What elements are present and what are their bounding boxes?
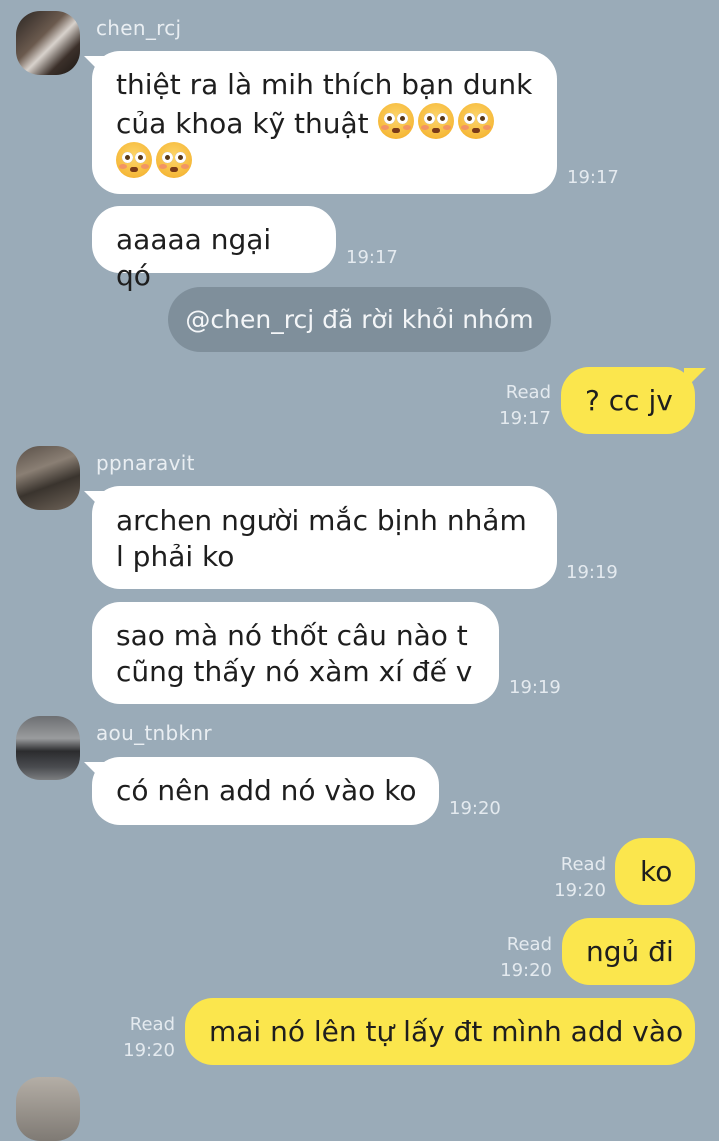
bubble-tail [684,368,706,390]
message-bubble[interactable]: aaaaa ngại qó [92,206,336,292]
message-bubble[interactable]: ngủ đi [562,918,695,985]
flushed-face-icon [417,103,454,139]
flushed-face-icon [156,142,192,178]
sender-name: ppnaravit [96,451,195,475]
read-status: Read [560,854,606,875]
message-bubble[interactable]: có nên add nó vào ko [92,757,439,825]
message-bubble[interactable]: sao mà nó thốt câu nào t cũng thấy nó xà… [92,602,499,704]
message-time: 19:17 [346,247,398,268]
message-time: 19:20 [500,960,552,981]
message-bubble[interactable]: ko [615,838,695,905]
read-receipt: Read 19:20 [123,1012,175,1064]
sender-name: chen_rcj [96,16,182,40]
message-text: ? cc jv [585,384,673,417]
message-time: 19:17 [567,167,619,188]
avatar[interactable] [16,716,80,780]
read-receipt: Read 19:17 [499,380,551,432]
message-text: archen người mắc bịnh nhảm [116,504,527,537]
message-bubble[interactable]: ? cc jv [561,367,695,434]
message-time: 19:17 [499,408,551,429]
read-receipt: Read 19:20 [500,932,552,984]
message-text [116,142,535,181]
message-time: 19:20 [123,1040,175,1061]
message-text: l phải ko [116,540,235,573]
message-text: mai nó lên tự lấy đt mình add vào [209,1015,684,1048]
read-status: Read [505,382,551,403]
avatar[interactable] [16,11,80,75]
message-bubble[interactable]: archen người mắc bịnh nhảm l phải ko [92,486,557,589]
message-text: sao mà nó thốt câu nào t [116,619,468,652]
message-time: 19:20 [554,880,606,901]
message-text: ko [640,855,673,888]
avatar[interactable] [16,446,80,510]
message-time: 19:19 [509,677,561,698]
message-text: ngủ đi [586,935,674,968]
sender-name: aou_tnbknr [96,721,212,745]
read-receipt: Read 19:20 [554,852,606,904]
message-text: thiệt ra là mih thích bạn dunk [116,68,533,101]
system-notice: @chen_rcj đã rời khỏi nhóm [168,287,551,352]
message-text: aaaaa ngại qó [116,223,272,292]
message-text: có nên add nó vào ko [116,774,417,807]
message-bubble[interactable]: thiệt ra là mih thích bạn dunk của khoa … [92,51,557,194]
message-bubble[interactable]: mai nó lên tự lấy đt mình add vào [185,998,695,1065]
read-status: Read [506,934,552,955]
message-text: cũng thấy nó xàm xí đế v [116,655,473,688]
message-text: của khoa kỹ thuật [116,103,535,142]
flushed-face-icon [377,103,414,139]
message-time: 19:20 [449,798,501,819]
read-status: Read [129,1014,175,1035]
message-time: 19:19 [566,562,618,583]
flushed-face-icon [116,142,152,178]
avatar[interactable] [16,1077,80,1141]
flushed-face-icon [457,103,494,139]
